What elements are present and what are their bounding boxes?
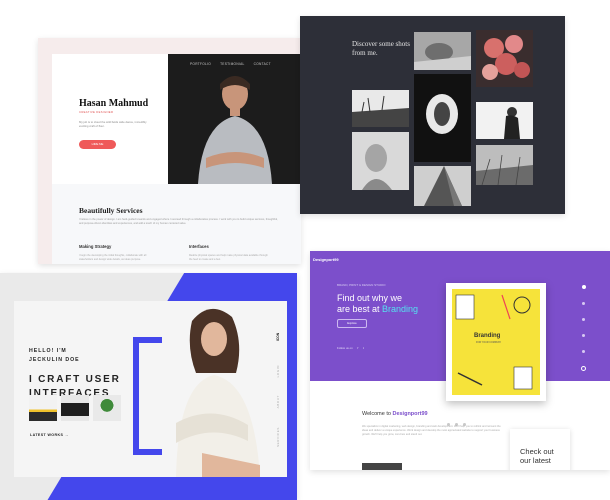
side-nav-services[interactable]: SERVICES — [276, 427, 280, 447]
top-right-icon[interactable]: ICON — [276, 333, 280, 341]
work-thumbnails — [29, 395, 121, 421]
photo-building[interactable] — [414, 166, 471, 206]
pager-dot[interactable] — [582, 350, 585, 353]
services-body: I believe in the power of design. I am h… — [79, 218, 278, 225]
welcome-text: We specialize in digital marketing, web … — [362, 425, 501, 436]
strategy-title: Making Strategy — [79, 244, 112, 249]
nav-contact[interactable]: CONTACT — [254, 62, 271, 66]
headline-line-1: Find out why we — [337, 293, 403, 303]
photo-field[interactable] — [476, 145, 533, 186]
checkout-text: Check out our latest — [520, 447, 554, 465]
agency-tagline: BRAND, PRINT & DESIGN STUDIO — [337, 283, 386, 287]
person-photo — [168, 54, 301, 184]
pager-dot[interactable] — [582, 302, 585, 305]
jeckulin-page: HELLO! I'M JECKULIN DOE I CRAFT USER INT… — [14, 301, 287, 477]
portfolio-preview: PORTFOLIO TESTIMONIAL CONTACT Hasan Mahm… — [38, 38, 301, 264]
photo-grass[interactable] — [352, 90, 409, 127]
home-icon[interactable] — [581, 285, 586, 289]
photo-portrait[interactable] — [352, 132, 409, 190]
hello-label: HELLO! I'M JECKULIN DOE — [29, 348, 80, 363]
services-title: Beautifully Services — [79, 206, 143, 215]
photo-roses[interactable] — [476, 30, 533, 87]
screenshot-collage: PORTFOLIO TESTIMONIAL CONTACT Hasan Mahm… — [0, 0, 610, 500]
interfaces-body: Realize physical spaces and help make ph… — [189, 254, 268, 261]
nav-testimonial[interactable]: TESTIMONIAL — [220, 62, 245, 66]
photo-hands[interactable] — [414, 32, 471, 70]
gallery-heading: Discover some shots from me. — [352, 40, 410, 57]
checkout-card[interactable]: Check out our latest — [510, 429, 570, 470]
portfolio-page: PORTFOLIO TESTIMONIAL CONTACT Hasan Mahm… — [52, 54, 301, 264]
interfaces-title: Interfaces — [189, 244, 209, 249]
headline-line-2: are best at — [337, 304, 383, 314]
headline-highlight: Branding — [382, 304, 419, 314]
facebook-icon[interactable]: f — [357, 346, 358, 350]
pager-dot[interactable] — [582, 334, 585, 337]
intro-text: My job is to cloud the wild fields wide … — [79, 120, 147, 128]
hire-button[interactable]: HIRE ME — [79, 140, 116, 149]
agency-logo[interactable]: Designport99 — [313, 257, 339, 262]
hero-left — [52, 54, 168, 184]
side-pager — [581, 285, 586, 371]
work-thumb-books[interactable] — [29, 395, 57, 421]
welcome-brand: Designport99 — [392, 411, 428, 417]
strategy-body: I begin the developing the initial thoug… — [79, 254, 147, 261]
info-icon[interactable] — [581, 366, 586, 371]
photo-flower[interactable] — [414, 74, 471, 162]
agency-preview: Designport99 BRAND, PRINT & DESIGN STUDI… — [310, 251, 610, 470]
follow-text: Follow us on — [337, 346, 353, 350]
photo-woman-sitting[interactable] — [476, 102, 533, 139]
dark-gallery-preview: Discover some shots from me. — [300, 16, 565, 214]
explore-button[interactable]: Explore — [337, 319, 367, 328]
welcome-prefix: Welcome to — [362, 411, 393, 417]
top-nav: PORTFOLIO TESTIMONIAL CONTACT — [190, 62, 271, 66]
side-nav-login[interactable]: LOGIN — [276, 365, 280, 377]
person-role: CREATIVE DESIGNER — [79, 110, 114, 114]
welcome-heading: Welcome to Designport99 — [362, 411, 428, 417]
read-more-button[interactable] — [362, 463, 402, 470]
nav-portfolio[interactable]: PORTFOLIO — [190, 62, 211, 66]
person-name: Hasan Mahmud — [79, 98, 149, 109]
follow-label: Follow us on f t — [337, 346, 364, 350]
side-nav-about[interactable]: ABOUT — [276, 395, 280, 408]
latest-works-link[interactable]: LATEST WORKS → — [30, 433, 69, 437]
pager-dot[interactable] — [582, 318, 585, 321]
work-thumb-device[interactable] — [61, 395, 89, 421]
branding-book: Branding FOR YOUR COMPANY — [446, 283, 546, 401]
agency-headline: Find out why we are best at Branding — [337, 293, 457, 315]
book-subtitle: FOR YOUR COMPANY — [476, 341, 502, 344]
jeckulin-preview: HELLO! I'M JECKULIN DOE I CRAFT USER INT… — [0, 273, 297, 500]
hero-right — [168, 54, 301, 184]
work-thumb-plant[interactable] — [93, 395, 121, 421]
twitter-icon[interactable]: t — [363, 346, 364, 350]
book-title: Branding — [474, 333, 501, 339]
